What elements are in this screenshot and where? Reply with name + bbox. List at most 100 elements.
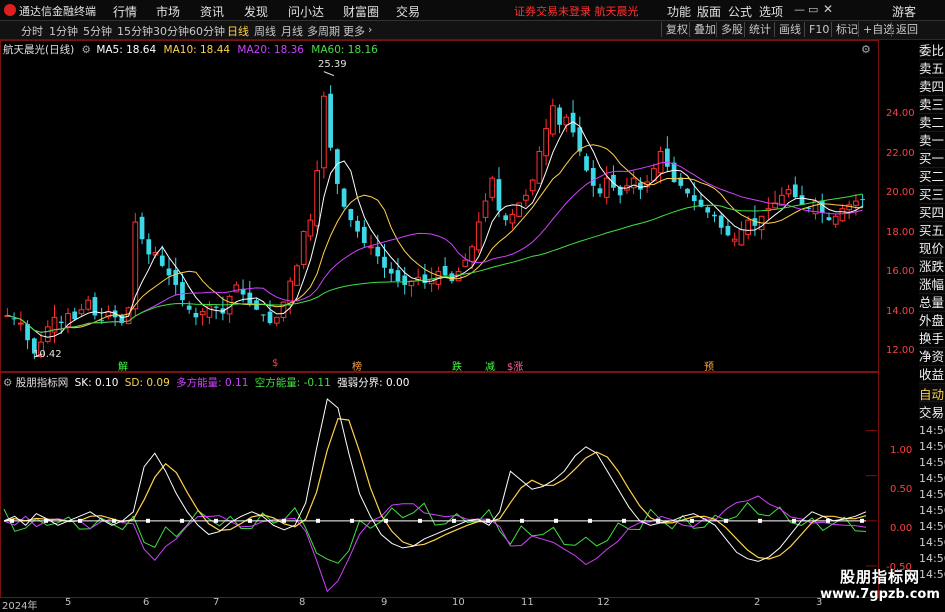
tf-month[interactable]: 月线 [281, 23, 303, 39]
minimize-button[interactable]: — [794, 3, 805, 16]
candle-body [846, 204, 853, 211]
event-marker[interactable]: $ [272, 358, 278, 369]
candle-body [58, 321, 64, 324]
menu-xuanxiang[interactable]: 选项 [759, 3, 783, 20]
candle-body [691, 195, 697, 202]
event-marker[interactable]: 榜 [352, 358, 362, 373]
menu-banmian[interactable]: 版面 [697, 3, 721, 20]
date-label: 12 [597, 597, 610, 608]
price-tick: 20.00 [886, 187, 915, 198]
auto-toggle[interactable]: 自动 [919, 384, 945, 402]
divider-dot [316, 518, 320, 523]
candle-body [705, 207, 711, 213]
period-toolbar: 分时 1分钟 5分钟 15分钟 30分钟 60分钟 日线 周线 月线 多周期 更… [0, 21, 945, 40]
menu-shichang[interactable]: 市场 [156, 3, 180, 20]
quote-field-label: 换手 [919, 330, 945, 348]
candle-body [92, 297, 98, 316]
menu-hangqing[interactable]: 行情 [113, 3, 137, 20]
candle-body [718, 215, 724, 228]
user-guest[interactable]: 游客 [892, 3, 916, 20]
tick-time: 14:56 [919, 552, 945, 565]
candle-body [792, 184, 798, 198]
quote-field-label: 涨跌 [919, 258, 945, 276]
event-marker[interactable]: 解 [118, 358, 128, 373]
divider-dot [112, 518, 116, 523]
tf-30min[interactable]: 30分钟 [153, 23, 189, 39]
close-icon[interactable]: ✕ [823, 2, 833, 16]
tf-fenshi[interactable]: 分时 [21, 23, 43, 39]
tick-time: 14:56 [919, 440, 945, 453]
chevron-right-icon[interactable]: › [368, 23, 372, 36]
btn-fuquan[interactable]: 复权 [661, 22, 692, 37]
candle-body [799, 195, 805, 205]
divider-dot [860, 518, 864, 523]
menu-caifuquan[interactable]: 财富圈 [343, 3, 379, 20]
candle-body [657, 151, 664, 174]
menu-zixun[interactable]: 资讯 [200, 3, 224, 20]
osc-tick: 1.00 [890, 445, 913, 456]
btn-duogu[interactable]: 多股 [716, 22, 747, 37]
menu-gongshi[interactable]: 公式 [728, 3, 752, 20]
watermark: 股朋指标网 www.7gpzb.com [820, 566, 940, 602]
candle-body [294, 265, 300, 286]
chart-canvas[interactable] [0, 40, 877, 596]
tf-multi[interactable]: 多周期 [307, 23, 340, 39]
tf-5min[interactable]: 5分钟 [83, 23, 112, 39]
tick-time: 14:56 [919, 488, 945, 501]
tf-1min[interactable]: 1分钟 [49, 23, 78, 39]
login-notice: 证券交易未登录 航天晨光 [514, 5, 639, 18]
candle-body [536, 151, 543, 184]
candle-body [543, 128, 549, 157]
candle-body [321, 95, 327, 169]
quote-field-label: 委比 [919, 42, 945, 60]
watermark-url: www.7gpzb.com [820, 587, 940, 602]
btn-tongji[interactable]: 统计 [744, 22, 775, 37]
menu-wenxiaoda[interactable]: 问小达 [288, 3, 324, 20]
quote-field-label: 卖二 [919, 114, 945, 132]
divider-dot [554, 518, 558, 523]
candle-body [273, 316, 280, 324]
divider-dot [180, 518, 184, 523]
btn-huaxian[interactable]: 画线 [774, 22, 805, 37]
event-marker[interactable]: $涨 [507, 358, 523, 373]
tf-week[interactable]: 周线 [254, 23, 276, 39]
quote-field-label: 买五 [919, 222, 945, 240]
event-marker[interactable]: 跌 [452, 358, 462, 373]
candle-body [395, 270, 401, 282]
date-label: 7 [213, 597, 220, 608]
candle-body [314, 170, 321, 227]
quote-field-label: 买一 [919, 150, 945, 168]
divider-dot [588, 518, 592, 523]
divider-dot [44, 518, 48, 523]
trade-tab[interactable]: 交易 [919, 402, 945, 420]
candle-body [193, 312, 199, 318]
candle-body [549, 105, 556, 135]
quote-field-label: 买四 [919, 204, 945, 222]
watermark-title: 股朋指标网 [839, 568, 920, 586]
date-axis [0, 597, 877, 610]
tf-more[interactable]: 更多 [343, 23, 365, 39]
high-price-label: 25.39 [318, 59, 347, 70]
quote-field-label: 卖一 [919, 132, 945, 150]
menu-faxian[interactable]: 发现 [244, 3, 268, 20]
quote-field-label: 收益 [919, 366, 945, 384]
candle-body [523, 194, 529, 201]
menu-jiaoyi[interactable]: 交易 [396, 3, 420, 20]
candle-body [139, 216, 145, 240]
candle-body [584, 156, 589, 171]
candle-body [382, 256, 387, 268]
tf-60min[interactable]: 60分钟 [189, 23, 225, 39]
event-marker[interactable]: 减 [485, 358, 495, 373]
candle-body [180, 282, 185, 301]
restore-button[interactable]: ▭ [808, 3, 818, 16]
event-marker[interactable]: 预 [704, 358, 714, 373]
candle-body [563, 116, 570, 126]
candle-body [785, 189, 792, 195]
menu-gongneng[interactable]: 功能 [667, 3, 691, 20]
quote-field-label: 净资 [919, 348, 945, 366]
tf-day[interactable]: 日线 [227, 23, 249, 39]
tf-15min[interactable]: 15分钟 [117, 23, 153, 39]
candle-body [725, 225, 731, 236]
btn-f10[interactable]: F10 [804, 22, 833, 37]
btn-fanhui[interactable]: 返回 [891, 22, 922, 37]
